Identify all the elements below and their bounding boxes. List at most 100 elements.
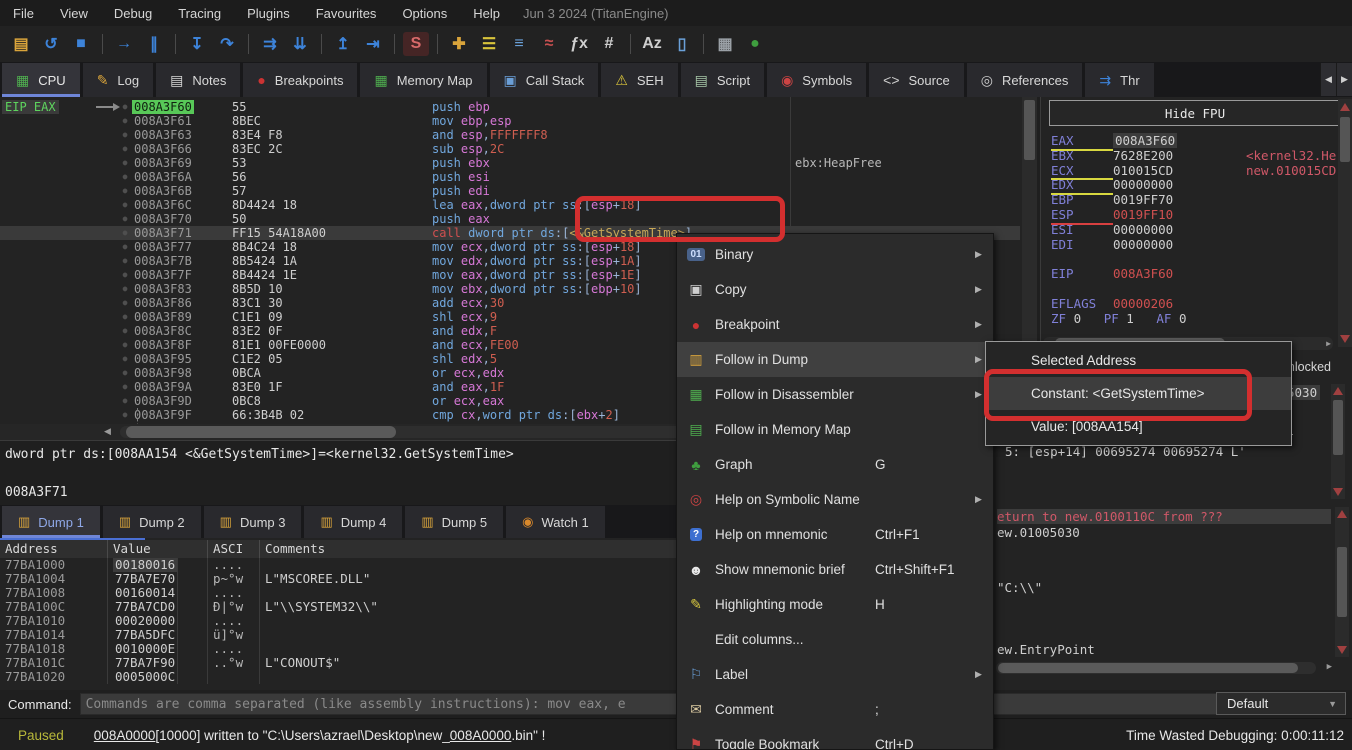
column-header-address[interactable]: Address <box>0 540 108 558</box>
menu-view[interactable]: View <box>47 6 101 21</box>
stop-icon[interactable]: ■ <box>68 32 94 56</box>
breakpoint-dot-icon[interactable]: ● <box>118 156 132 170</box>
menu-debug[interactable]: Debug <box>101 6 165 21</box>
tab-dump-5[interactable]: ▥Dump 5 <box>405 506 503 538</box>
step-into-icon[interactable]: ↧ <box>184 32 210 56</box>
disassembly-row[interactable]: ●008A3F7050push eax <box>0 212 1020 226</box>
profile-dropdown[interactable]: Default ▼ <box>1216 692 1346 715</box>
menu-item-follow-in-disassembler[interactable]: ▦Follow in Disassembler▶ <box>677 377 993 412</box>
menu-help[interactable]: Help <box>460 6 513 21</box>
breakpoint-dot-icon[interactable]: ● <box>118 142 132 156</box>
stack-vscrollbar[interactable] <box>1335 507 1349 657</box>
tab-call-stack[interactable]: ▣Call Stack <box>490 63 599 97</box>
registers-panel[interactable]: Hide FPU EAX008A3F60EBX7628E200<kernel32… <box>1040 97 1352 352</box>
breakpoint-dot-icon[interactable]: ● <box>118 352 132 366</box>
menu-item-label[interactable]: ⚐Label▶ <box>677 657 993 692</box>
breakpoint-dot-icon[interactable]: ● <box>118 394 132 408</box>
tab-thr[interactable]: ⇉Thr <box>1085 63 1153 97</box>
command-input[interactable] <box>80 693 1217 715</box>
breakpoint-dot-icon[interactable]: ● <box>118 380 132 394</box>
menu-item-comment[interactable]: ✉Comment; <box>677 692 993 727</box>
registers-vscrollbar[interactable] <box>1338 99 1352 347</box>
submenu-item-value-008aa154[interactable]: Value: [008AA154] <box>986 410 1291 443</box>
menu-item-edit-columns[interactable]: Edit columns... <box>677 622 993 657</box>
breakpoint-dot-icon[interactable]: ● <box>118 184 132 198</box>
menu-plugins[interactable]: Plugins <box>234 6 303 21</box>
menu-item-binary[interactable]: 01Binary▶ <box>677 237 993 272</box>
run-to-user-code-icon[interactable]: ⇥ <box>360 32 386 56</box>
breakpoint-dot-icon[interactable]: ● <box>118 114 132 128</box>
tab-log[interactable]: ✎Log <box>83 63 153 97</box>
breakpoint-dot-icon[interactable]: ● <box>118 100 132 114</box>
menu-item-show-mnemonic-brief[interactable]: ☻Show mnemonic briefCtrl+Shift+F1 <box>677 552 993 587</box>
tab-references[interactable]: ◎References <box>967 63 1083 97</box>
tab-dump-4[interactable]: ▥Dump 4 <box>304 506 402 538</box>
modules-icon[interactable]: ▯ <box>669 32 695 56</box>
disassembly-row[interactable]: ●008A3F6C8D4424 18lea eax,dword ptr ss:[… <box>0 198 1020 212</box>
tab-watch-1[interactable]: ◉Watch 1 <box>506 506 605 538</box>
breakpoint-dot-icon[interactable]: ● <box>118 198 132 212</box>
breakpoint-dot-icon[interactable]: ● <box>118 408 132 422</box>
scroll-left-icon[interactable]: ◀ <box>104 426 111 437</box>
breakpoint-dot-icon[interactable]: ● <box>118 366 132 380</box>
breakpoint-dot-icon[interactable]: ● <box>118 282 132 296</box>
tab-symbols[interactable]: ◉Symbols <box>767 63 866 97</box>
trace-over-icon[interactable]: ⇊ <box>287 32 313 56</box>
execute-till-return-icon[interactable]: ↥ <box>330 32 356 56</box>
tab-cpu[interactable]: ▦CPU <box>2 63 80 97</box>
menu-item-breakpoint[interactable]: ●Breakpoint▶ <box>677 307 993 342</box>
breakpoint-dot-icon[interactable]: ● <box>118 226 132 240</box>
hash-icon[interactable]: # <box>596 32 622 56</box>
tab-scroll-right-icon[interactable]: ▶ <box>1336 63 1352 96</box>
disassembly-row[interactable]: ●008A3F6B57push edi <box>0 184 1020 198</box>
column-header-asci[interactable]: ASCI <box>208 540 260 558</box>
patch-icon[interactable]: ✚ <box>446 32 472 56</box>
pause-icon[interactable]: ∥ <box>141 32 167 56</box>
tab-dump-2[interactable]: ▥Dump 2 <box>103 506 201 538</box>
trace-coverage-icon[interactable]: ≡ <box>506 32 532 56</box>
tab-script[interactable]: ▤Script <box>681 63 764 97</box>
breakpoint-dot-icon[interactable]: ● <box>118 212 132 226</box>
hide-fpu-button[interactable]: Hide FPU <box>1049 100 1341 126</box>
tab-breakpoints[interactable]: ●Breakpoints <box>243 63 357 97</box>
open-file-icon[interactable]: ▤ <box>8 32 34 56</box>
column-header-value[interactable]: Value <box>108 540 208 558</box>
menu-item-follow-in-dump[interactable]: ▥Follow in Dump▶ <box>677 342 993 377</box>
tab-scroll-left-icon[interactable]: ◀ <box>1320 63 1336 96</box>
breakpoint-dot-icon[interactable]: ● <box>118 296 132 310</box>
breakpoint-dot-icon[interactable]: ● <box>118 268 132 282</box>
disassembly-row[interactable]: ●008A3F6055push ebp <box>0 100 1020 114</box>
browser-icon[interactable]: ● <box>742 32 768 56</box>
menu-item-copy[interactable]: ▣Copy▶ <box>677 272 993 307</box>
disassembly-row[interactable]: ●008A3F6383E4 F8and esp,FFFFFFF8 <box>0 128 1020 142</box>
tab-dump-3[interactable]: ▥Dump 3 <box>204 506 302 538</box>
submenu-item-selected-address[interactable]: Selected Address <box>986 344 1291 377</box>
status-address-link[interactable]: 008A0000 <box>94 728 156 743</box>
tab-source[interactable]: <>Source <box>869 63 964 97</box>
trace-into-icon[interactable]: ⇉ <box>257 32 283 56</box>
hscroll-thumb[interactable] <box>126 426 396 438</box>
log-script-icon[interactable]: S <box>403 32 429 56</box>
menu-file[interactable]: File <box>0 6 47 21</box>
comment-lines-icon[interactable]: ☰ <box>476 32 502 56</box>
menu-item-toggle-bookmark[interactable]: ⚑Toggle BookmarkCtrl+D <box>677 727 993 750</box>
menu-item-follow-in-memory-map[interactable]: ▤Follow in Memory Map <box>677 412 993 447</box>
disassembly-row[interactable]: ●008A3F6683EC 2Csub esp,2C <box>0 142 1020 156</box>
tab-seh[interactable]: ⚠SEH <box>601 63 677 97</box>
breakpoint-dot-icon[interactable]: ● <box>118 338 132 352</box>
calculator-icon[interactable]: ▦ <box>712 32 738 56</box>
menu-item-highlighting-mode[interactable]: ✎Highlighting modeH <box>677 587 993 622</box>
menu-tracing[interactable]: Tracing <box>165 6 234 21</box>
breakpoint-dot-icon[interactable]: ● <box>118 240 132 254</box>
status-address-link[interactable]: 008A0000 <box>450 728 512 743</box>
menu-item-help-on-symbolic-name[interactable]: ◎Help on Symbolic Name▶ <box>677 482 993 517</box>
arguments-vscrollbar[interactable] <box>1331 384 1345 499</box>
step-over-icon[interactable]: ↷ <box>214 32 240 56</box>
submenu-item-constant-getsystemtime[interactable]: Constant: <GetSystemTime> <box>986 377 1291 410</box>
fx-icon[interactable]: ƒx <box>566 32 592 56</box>
highlight-squiggle-icon[interactable]: ≈ <box>536 32 562 56</box>
disassembly-row[interactable]: ●008A3F6A56push esi <box>0 170 1020 184</box>
breakpoint-dot-icon[interactable]: ● <box>118 254 132 268</box>
tab-memory-map[interactable]: ▦Memory Map <box>360 63 486 97</box>
stack-panel[interactable]: eturn to new.0100110C from ???ew.0100503… <box>993 505 1352 690</box>
